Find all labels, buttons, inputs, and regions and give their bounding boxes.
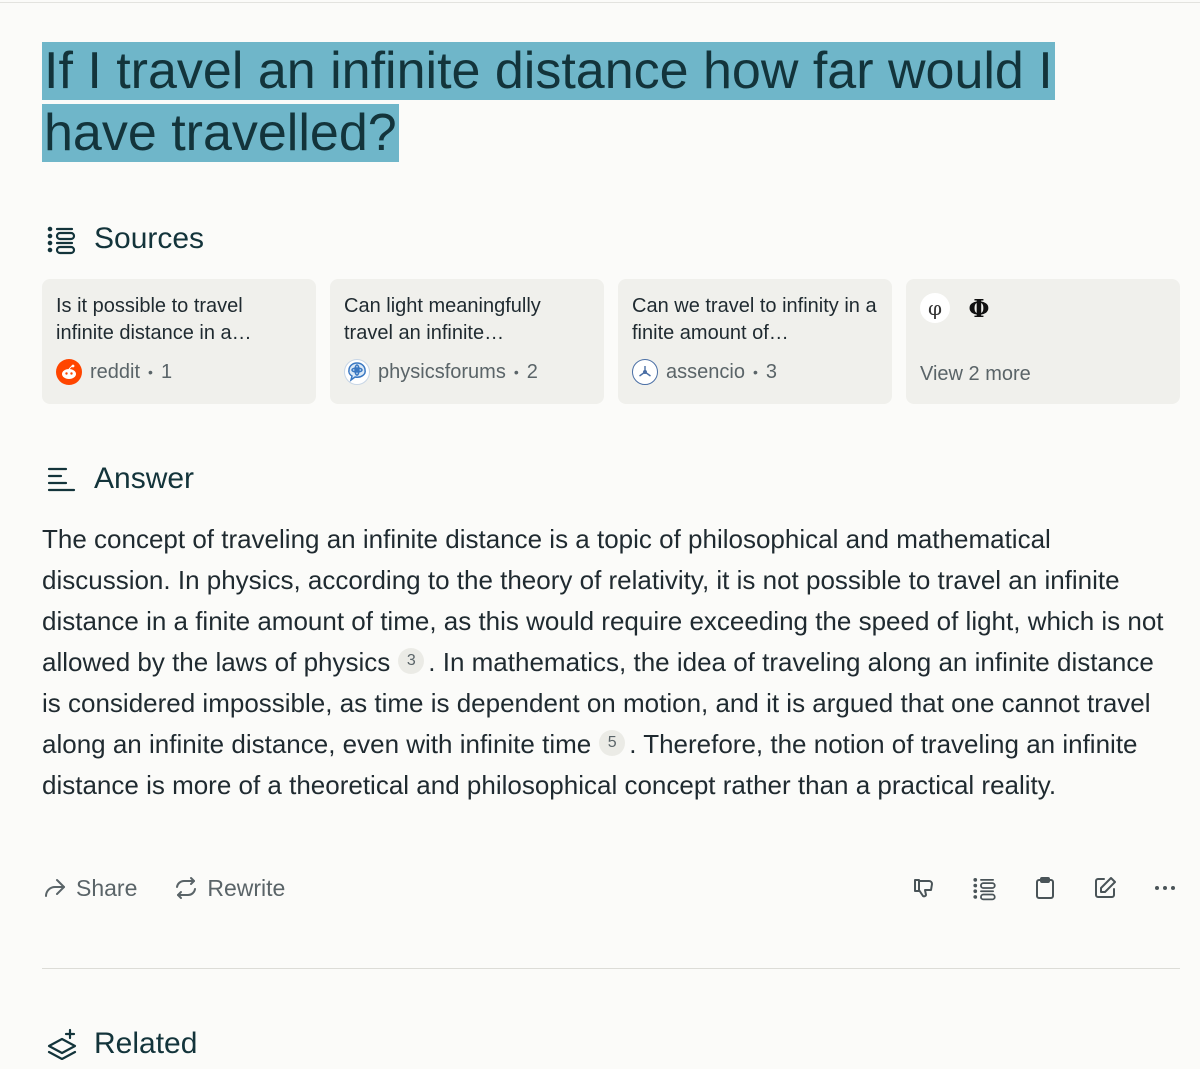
query-title: If I travel an infinite distance how far… [42,40,1122,164]
answer-heading-label: Answer [94,462,195,495]
meta-separator: • [148,364,153,380]
source-site: reddit [90,360,141,383]
top-divider [0,2,1200,3]
reddit-icon [56,359,82,385]
answer-lines-icon [47,467,76,492]
citation-badge[interactable]: 3 [398,647,425,674]
meta-separator: • [513,364,519,380]
source-card-title: Can light meaningfully travel an infinit… [344,295,541,344]
share-label: Share [76,874,138,901]
assencio-icon [632,359,658,385]
share-button[interactable]: Share [42,875,137,902]
source-card-physicsforums[interactable]: Can light meaningfully travel an infinit… [330,279,604,404]
more-icon[interactable] [1150,873,1180,903]
physicsforums-icon [344,359,370,385]
sources-heading-label: Sources [94,222,205,255]
rewrite-label: Rewrite [207,874,286,901]
answer-tools [910,873,1180,903]
related-heading: Related [46,1027,197,1061]
source-site: assencio [666,360,745,383]
source-card-meta: physicsforums • 2 [344,359,538,385]
phi-small-icon: φ [920,293,950,323]
source-card-meta: reddit • 1 [56,359,172,385]
clipboard-icon[interactable] [1030,873,1060,903]
sources-heading: Sources [46,222,204,256]
share-icon [45,879,65,897]
view-more-label: View 2 more [920,363,1031,385]
source-index: 1 [160,360,173,383]
source-index: 2 [526,360,538,383]
layers-plus-icon [47,1028,77,1060]
phi-capital-icon: Φ [968,293,990,323]
answer-body: The concept of traveling an infinite dis… [42,519,1177,806]
source-index: 3 [765,360,777,383]
source-card-title: Can we travel to infinity in a finite am… [632,295,877,344]
section-divider [42,968,1180,969]
thumbs-down-icon[interactable] [910,873,940,903]
more-sources-icons: φ Φ [920,293,1166,323]
answer-actions-bar: Share Rewrite [42,868,1180,908]
sources-list-icon [47,226,76,255]
source-card-assencio[interactable]: Can we travel to infinity in a finite am… [618,279,892,404]
rewrite-icon [176,877,197,899]
source-cards: Is it possible to travel infinite distan… [42,279,1180,404]
source-card-reddit[interactable]: Is it possible to travel infinite distan… [42,279,316,404]
related-heading-label: Related [94,1027,198,1060]
answer-heading: Answer [46,462,194,496]
rewrite-button[interactable]: Rewrite [173,875,285,902]
sources-list-icon[interactable] [970,873,1000,903]
query-highlight: If I travel an infinite distance how far… [42,42,1055,162]
source-card-title: Is it possible to travel infinite distan… [56,295,252,344]
meta-separator: • [752,364,758,380]
view-more-sources-card[interactable]: φ Φ View 2 more [906,279,1180,404]
source-site: physicsforums [378,360,506,383]
citation-badge[interactable]: 5 [599,729,626,756]
edit-icon[interactable] [1090,873,1120,903]
source-card-meta: assencio • 3 [632,359,777,385]
